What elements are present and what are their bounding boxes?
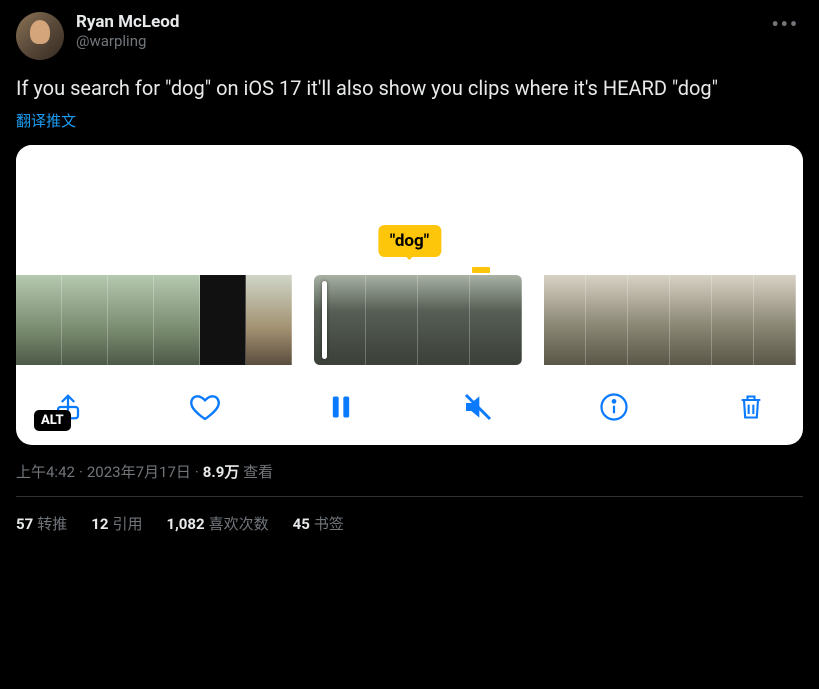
translate-link[interactable]: 翻译推文 (16, 110, 803, 131)
clip-frame (16, 275, 62, 365)
clip-frame (712, 275, 754, 365)
clip-frame (670, 275, 712, 365)
display-name: Ryan McLeod (76, 12, 755, 32)
clip-frame (200, 275, 246, 365)
info-icon[interactable] (596, 389, 632, 425)
clip-frame (366, 275, 418, 365)
tweet-stats: 57转推 12引用 1,082喜欢次数 45书签 (16, 497, 803, 534)
clip-frame (418, 275, 470, 365)
clip-group-2[interactable] (314, 275, 522, 365)
stat-quotes[interactable]: 12引用 (91, 513, 142, 534)
more-icon[interactable]: ••• (767, 12, 803, 36)
pause-icon[interactable] (323, 389, 359, 425)
clip-frame (544, 275, 586, 365)
media-whitespace (16, 145, 803, 227)
alt-badge[interactable]: ALT (34, 410, 71, 431)
clip-group-1[interactable] (16, 275, 292, 365)
user-block[interactable]: Ryan McLeod @warpling (76, 12, 755, 50)
media-toolbar (16, 365, 803, 433)
timeline-marker (472, 267, 490, 273)
stat-retweets[interactable]: 57转推 (16, 513, 67, 534)
clip-group-3[interactable] (544, 275, 796, 365)
clip-frame (246, 275, 292, 365)
stat-likes[interactable]: 1,082喜欢次数 (166, 513, 268, 534)
clip-frame (154, 275, 200, 365)
views-label: 查看 (239, 463, 273, 481)
clip-frame (628, 275, 670, 365)
tweet-container: Ryan McLeod @warpling ••• If you search … (0, 0, 819, 546)
clip-frame (470, 275, 522, 365)
trash-icon[interactable] (733, 389, 769, 425)
tweet-header: Ryan McLeod @warpling ••• (16, 12, 803, 60)
stat-bookmarks[interactable]: 45书签 (293, 513, 344, 534)
tweet-time[interactable]: 上午4:42 (16, 463, 75, 481)
clip-frame (108, 275, 154, 365)
search-tooltip: "dog" (378, 225, 441, 257)
playhead[interactable] (322, 281, 327, 359)
views-count: 8.9万 (203, 463, 240, 481)
media-card[interactable]: "dog" (16, 145, 803, 445)
video-filmstrip[interactable] (16, 275, 803, 365)
clip-frame (754, 275, 796, 365)
clip-frame (62, 275, 108, 365)
avatar[interactable] (16, 12, 64, 60)
user-handle: @warpling (76, 32, 755, 50)
clip-frame (586, 275, 628, 365)
tweet-text: If you search for "dog" on iOS 17 it'll … (16, 74, 803, 102)
tweet-meta: 上午4:42·2023年7月17日·8.9万 查看 (16, 461, 803, 482)
heart-icon[interactable] (187, 389, 223, 425)
mute-icon[interactable] (460, 389, 496, 425)
tweet-date[interactable]: 2023年7月17日 (87, 463, 191, 481)
